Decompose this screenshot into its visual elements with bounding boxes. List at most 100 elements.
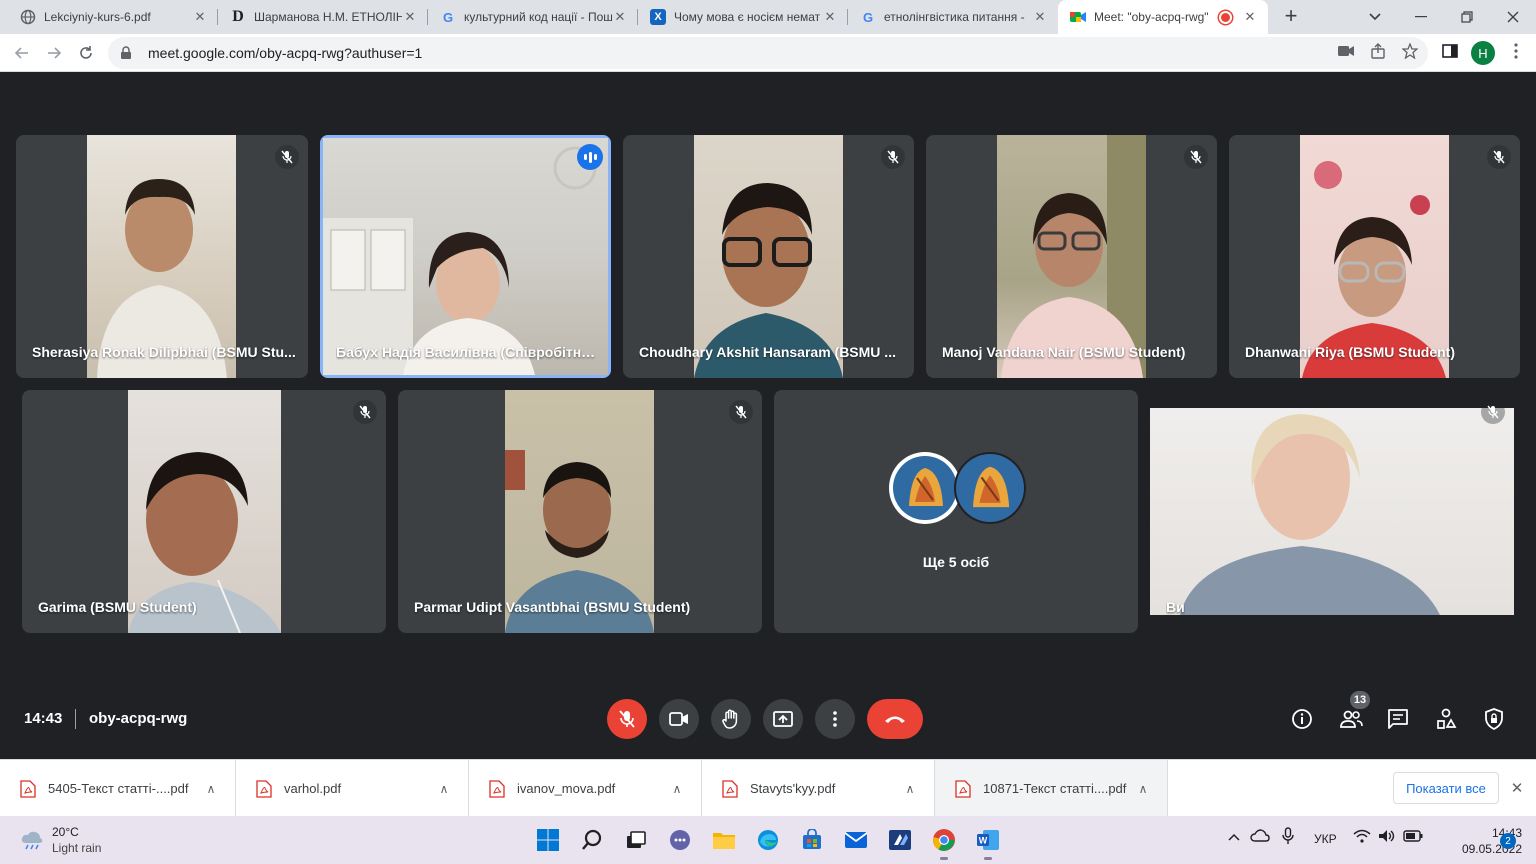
restore-icon[interactable] (1444, 0, 1490, 34)
browser-tab[interactable]: G етнолінгвістика питання - ✕ (848, 0, 1058, 34)
close-icon[interactable]: ✕ (402, 9, 418, 25)
word-icon[interactable]: W (973, 825, 1003, 860)
participant-tile[interactable]: Choudhary Akshit Hansaram (BSMU ... (623, 135, 914, 378)
tab-title: Meet: "oby-acpq-rwg" (1094, 10, 1209, 24)
activities-icon[interactable] (1433, 706, 1459, 732)
participant-name: Garima (BSMU Student) (38, 599, 197, 615)
lock-icon[interactable] (118, 45, 134, 61)
share-icon[interactable] (1367, 40, 1389, 62)
bookmark-star-icon[interactable] (1399, 40, 1421, 62)
side-panel-icon[interactable] (1439, 40, 1461, 62)
edge-browser-icon[interactable] (753, 825, 783, 855)
present-screen-button[interactable] (763, 699, 803, 739)
pdf-file-icon (722, 779, 738, 798)
mic-off-icon (275, 145, 299, 169)
more-options-button[interactable] (815, 699, 855, 739)
onedrive-cloud-icon[interactable] (1250, 828, 1270, 845)
kebab-menu-icon[interactable] (1505, 40, 1527, 62)
host-controls-icon[interactable] (1481, 706, 1507, 732)
close-icon[interactable]: ✕ (612, 9, 628, 25)
others-count-label: Ще 5 осіб (922, 554, 990, 570)
participant-tile[interactable]: Sherasiya Ronak Dilipbhai (BSMU Stu... (16, 135, 308, 378)
show-all-downloads-button[interactable]: Показати все (1393, 772, 1499, 804)
chevron-up-icon[interactable]: ∧ (667, 782, 687, 796)
mic-off-icon (1184, 145, 1208, 169)
browser-tab[interactable]: G культурний код нації - Пош ✕ (428, 0, 638, 34)
mic-toggle-button[interactable] (607, 699, 647, 739)
participant-video (87, 135, 236, 378)
notification-badge[interactable]: 2 (1500, 833, 1516, 849)
tab-search-chevron-icon[interactable] (1352, 0, 1398, 34)
tray-overflow-chevron-icon[interactable] (1228, 830, 1240, 844)
microphone-in-use-icon[interactable] (1282, 827, 1294, 848)
teams-chat-icon[interactable] (665, 825, 695, 855)
others-tile[interactable]: Ще 5 осіб (774, 390, 1138, 633)
back-arrow-icon[interactable] (10, 41, 34, 65)
minimize-icon[interactable] (1398, 0, 1444, 34)
chrome-icon[interactable] (929, 825, 959, 860)
chevron-up-icon[interactable]: ∧ (201, 782, 221, 796)
download-item[interactable]: varhol.pdf ∧ (236, 760, 469, 817)
participant-tile[interactable]: Dhanwani Riya (BSMU Student) (1229, 135, 1520, 378)
self-name-label: Ви (1166, 599, 1185, 615)
participant-tile[interactable]: Garima (BSMU Student) (22, 390, 386, 633)
download-item[interactable]: ivanov_mova.pdf ∧ (469, 760, 702, 817)
tab-title: Шарманова Н.М. ЕТНОЛІНГ (254, 10, 402, 24)
windows-start-icon[interactable] (533, 825, 563, 855)
participant-name: Manoj Vandana Nair (BSMU Student) (942, 344, 1186, 360)
close-icon[interactable]: ✕ (822, 9, 838, 25)
close-icon[interactable]: ✕ (1032, 9, 1048, 25)
meeting-info-icon[interactable] (1289, 706, 1315, 732)
reload-icon[interactable] (74, 41, 98, 65)
download-item[interactable]: 5405-Текст статті-....pdf ∧ (0, 760, 236, 817)
d-letter-icon: D (232, 8, 244, 25)
chevron-up-icon[interactable]: ∧ (900, 782, 920, 796)
pdf-file-icon (20, 779, 36, 798)
mic-off-icon (1481, 400, 1505, 424)
x-logo-icon: X (650, 9, 666, 25)
forward-arrow-icon[interactable] (42, 41, 66, 65)
download-item[interactable]: 10871-Текст статті....pdf ∧ (935, 760, 1168, 817)
close-icon[interactable]: ✕ (192, 9, 208, 25)
close-shelf-icon[interactable]: ✕ (1508, 779, 1526, 797)
close-icon[interactable]: ✕ (1242, 9, 1258, 25)
camera-toggle-button[interactable] (659, 699, 699, 739)
chat-icon[interactable] (1385, 706, 1411, 732)
search-icon[interactable] (577, 825, 607, 855)
camera-in-use-icon[interactable] (1335, 40, 1357, 62)
browser-tab-strip: Lekciyniy-kurs-6.pdf ✕ D Шарманова Н.М. … (0, 0, 1536, 34)
microsoft-store-icon[interactable] (797, 825, 827, 855)
mail-icon[interactable] (841, 825, 871, 855)
file-explorer-icon[interactable] (709, 825, 739, 855)
battery-icon[interactable] (1403, 830, 1423, 845)
chevron-up-icon[interactable]: ∧ (1133, 782, 1153, 796)
participants-icon[interactable] (1338, 706, 1364, 732)
participant-name: Parmar Udipt Vasantbhai (BSMU Student) (414, 599, 691, 615)
power-automate-icon[interactable] (885, 825, 915, 855)
participant-tile[interactable]: Manoj Vandana Nair (BSMU Student) (926, 135, 1217, 378)
window-close-icon[interactable] (1490, 0, 1536, 34)
task-view-icon[interactable] (621, 825, 651, 855)
browser-tab[interactable]: D Шарманова Н.М. ЕТНОЛІНГ ✕ (218, 0, 428, 34)
browser-tab-active[interactable]: Meet: "oby-acpq-rwg" ✕ (1058, 0, 1268, 34)
tab-title: культурний код нації - Пош (464, 10, 612, 24)
mic-off-icon (1487, 145, 1511, 169)
weather-widget[interactable]: 20°C Light rain (20, 824, 101, 856)
address-bar[interactable]: meet.google.com/oby-acpq-rwg?authuser=1 (108, 37, 1428, 69)
browser-tab[interactable]: Lekciyniy-kurs-6.pdf ✕ (8, 0, 218, 34)
participant-tile-speaking[interactable]: Бабух Надія Василівна (Співробітни... (320, 135, 611, 378)
new-tab-button[interactable]: + (1278, 4, 1304, 30)
input-language[interactable]: УКР (1314, 832, 1337, 846)
browser-tab[interactable]: X Чому мова є носієм немат ✕ (638, 0, 848, 34)
wifi-icon[interactable] (1353, 829, 1371, 846)
participant-name: Dhanwani Riya (BSMU Student) (1245, 344, 1456, 360)
chevron-up-icon[interactable]: ∧ (434, 782, 454, 796)
self-tile[interactable]: Ви (1150, 390, 1514, 633)
download-item[interactable]: Stavyts'kyy.pdf ∧ (702, 760, 935, 817)
profile-avatar[interactable]: H (1471, 41, 1495, 65)
url-text: meet.google.com/oby-acpq-rwg?authuser=1 (148, 45, 423, 61)
participant-tile[interactable]: Parmar Udipt Vasantbhai (BSMU Student) (398, 390, 762, 633)
volume-icon[interactable] (1378, 829, 1396, 846)
leave-call-button[interactable] (867, 699, 923, 739)
raise-hand-button[interactable] (711, 699, 751, 739)
